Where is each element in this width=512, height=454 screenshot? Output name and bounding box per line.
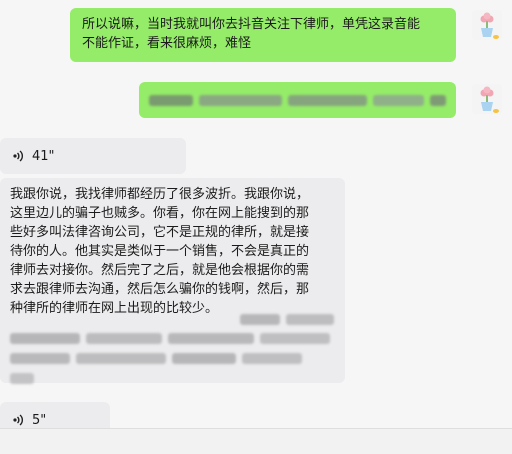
voice-message[interactable]: 41" (0, 138, 186, 174)
blurred-text (240, 313, 334, 326)
outgoing-message-bubble[interactable]: 所以说嘛，当时我就叫你去抖音关注下律师，单凭这录音能 不能作证，看来很麻烦，难怪 (70, 8, 456, 62)
blurred-text (10, 326, 330, 385)
user-avatar[interactable] (472, 84, 502, 114)
input-area[interactable] (0, 429, 512, 454)
message-text: 所以说嘛，当时我就叫你去抖音关注下律师，单凭这录音能 不能作证，看来很麻烦，难怪 (82, 17, 421, 51)
user-avatar[interactable] (472, 10, 502, 40)
transcript-text: 我跟你说，我找律师都经历了很多波折。我跟你说， 这里边儿的骗子也贼多。你看，你在… (10, 187, 310, 316)
flower-pot-avatar-icon (472, 10, 502, 40)
blurred-text (149, 94, 446, 107)
voice-duration: 5" (32, 412, 47, 428)
sound-wave-icon (13, 414, 24, 426)
flower-pot-avatar-icon (472, 84, 502, 114)
chat-window: 所以说嘛，当时我就叫你去抖音关注下律师，单凭这录音能 不能作证，看来很麻烦，难怪 (0, 0, 512, 454)
voice-duration: 41" (32, 148, 55, 164)
sound-wave-icon (13, 150, 24, 162)
outgoing-message-bubble-blurred[interactable] (139, 82, 456, 118)
incoming-transcript-bubble[interactable]: 我跟你说，我找律师都经历了很多波折。我跟你说， 这里边儿的骗子也贼多。你看，你在… (0, 178, 345, 385)
